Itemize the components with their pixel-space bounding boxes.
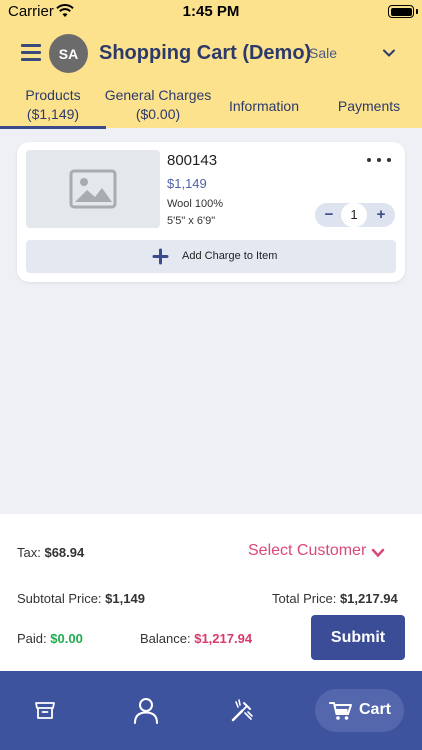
subtotal-value: $1,149 — [105, 591, 145, 606]
cart-icon — [329, 702, 352, 720]
user-icon[interactable] — [133, 696, 159, 724]
total-row: Total Price: $1,217.94 — [272, 591, 398, 606]
quantity-decrease-button[interactable]: − — [319, 203, 339, 227]
mode-select-value[interactable]: Sale — [309, 45, 337, 61]
tab-payments[interactable]: Payments — [330, 97, 408, 116]
avatar[interactable]: SA — [49, 34, 88, 73]
subtotal-label: Subtotal Price: — [17, 591, 102, 606]
total-value: $1,217.94 — [339, 591, 398, 606]
tab-information-label: Information — [228, 98, 300, 114]
product-material: Wool 100% — [167, 198, 224, 210]
chevron-down-icon[interactable] — [371, 547, 385, 559]
product-image-placeholder[interactable] — [26, 150, 160, 228]
tab-general-charges-amount: ($0.00) — [135, 106, 181, 122]
paid-row: Paid: $0.00 — [17, 631, 83, 646]
chevron-down-icon[interactable] — [381, 45, 397, 61]
paid-label: Paid: — [17, 631, 47, 646]
tab-payments-label: Payments — [337, 98, 401, 114]
paid-value: $0.00 — [50, 631, 83, 646]
cart-nav-button[interactable]: Cart — [315, 689, 404, 732]
cart-nav-label: Cart — [359, 701, 392, 718]
add-charge-button[interactable]: Add Charge to Item — [26, 240, 396, 273]
image-icon — [69, 169, 117, 209]
status-bar: Carrier 1:45 PM — [0, 0, 422, 24]
more-options-icon[interactable] — [367, 154, 391, 166]
subtotal-row: Subtotal Price: $1,149 — [17, 591, 145, 606]
battery-icon — [388, 5, 414, 18]
store-icon[interactable] — [33, 698, 57, 722]
total-label: Total Price: — [272, 591, 337, 606]
quantity-value[interactable]: 1 — [341, 203, 367, 227]
tax-row: Tax: $68.94 — [17, 545, 84, 560]
tools-icon[interactable] — [229, 698, 255, 724]
product-price: $1,149 — [167, 176, 207, 191]
cart-item-card: 800143 $1,149 Wool 100% 5'5" x 6'9" − 1 … — [17, 142, 405, 282]
select-customer-button[interactable]: Select Customer — [248, 542, 366, 560]
tab-products-label: Products — [25, 87, 81, 103]
tax-value: $68.94 — [44, 545, 85, 560]
page-title: Shopping Cart (Demo) — [99, 42, 312, 64]
tab-products[interactable]: Products ($1,149) — [12, 86, 94, 124]
tax-label: Tax: — [17, 545, 41, 560]
hamburger-menu-icon[interactable] — [21, 44, 43, 62]
quantity-increase-button[interactable]: + — [371, 203, 391, 227]
app-header: Carrier 1:45 PM SA Shopping Cart (Demo) … — [0, 0, 422, 129]
balance-label: Balance: — [140, 631, 191, 646]
clock: 1:45 PM — [182, 3, 240, 20]
order-summary-panel: Tax: $68.94 Select Customer Subtotal Pri… — [0, 514, 422, 671]
add-charge-label: Add Charge to Item — [182, 250, 278, 262]
plus-icon — [152, 248, 169, 265]
battery-tip — [416, 9, 418, 14]
active-tab-indicator — [0, 126, 106, 129]
tab-general-charges[interactable]: General Charges ($0.00) — [104, 86, 212, 124]
tab-general-charges-label: General Charges — [104, 87, 212, 103]
quantity-stepper: − 1 + — [315, 203, 395, 227]
balance-value: $1,217.94 — [194, 631, 253, 646]
tab-information[interactable]: Information — [222, 97, 306, 116]
tab-products-amount: ($1,149) — [26, 106, 80, 122]
product-size: 5'5" x 6'9" — [167, 215, 216, 227]
submit-button[interactable]: Submit — [311, 615, 405, 660]
balance-row: Balance: $1,217.94 — [140, 631, 252, 646]
bottom-navigation: Cart — [0, 671, 422, 750]
product-name: 800143 — [167, 152, 218, 169]
